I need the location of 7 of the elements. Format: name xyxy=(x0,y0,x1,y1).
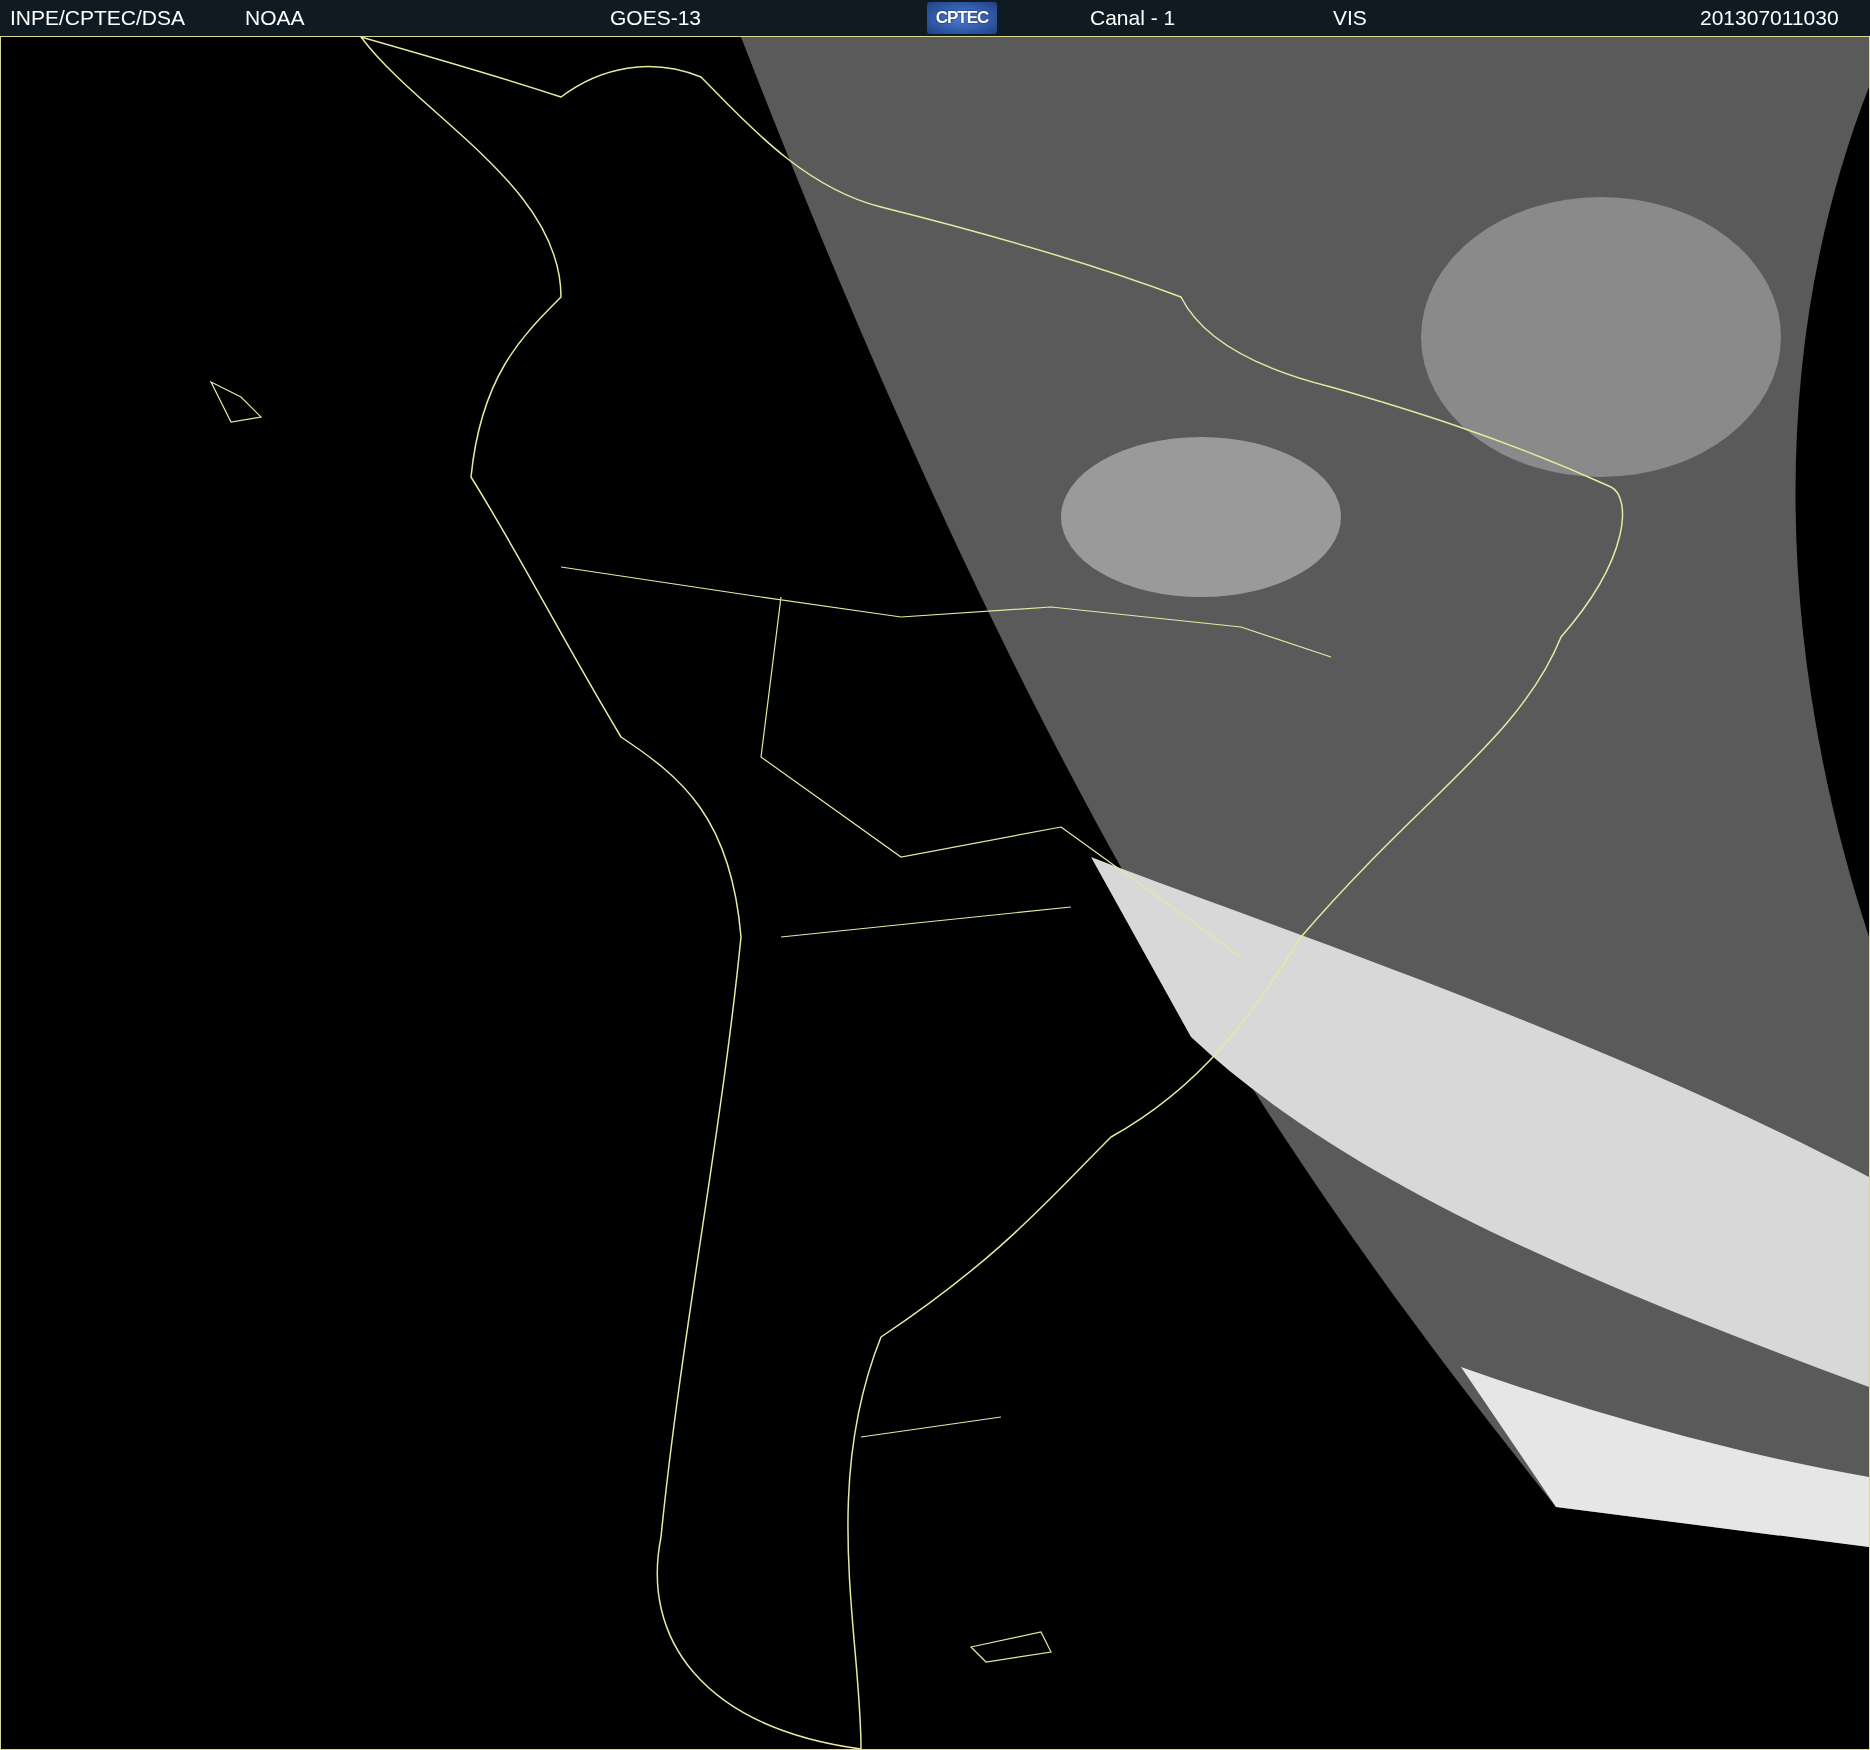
logo: CPTEC xyxy=(927,2,997,34)
source-label: INPE/CPTEC/DSA xyxy=(9,6,187,30)
channel-label: Canal - 1 xyxy=(1090,6,1177,30)
band-label: VIS xyxy=(1333,6,1368,30)
satellite-label: GOES-13 xyxy=(610,6,703,30)
agency-label: NOAA xyxy=(245,6,306,30)
timestamp-label: 201307011030 xyxy=(1700,6,1840,30)
